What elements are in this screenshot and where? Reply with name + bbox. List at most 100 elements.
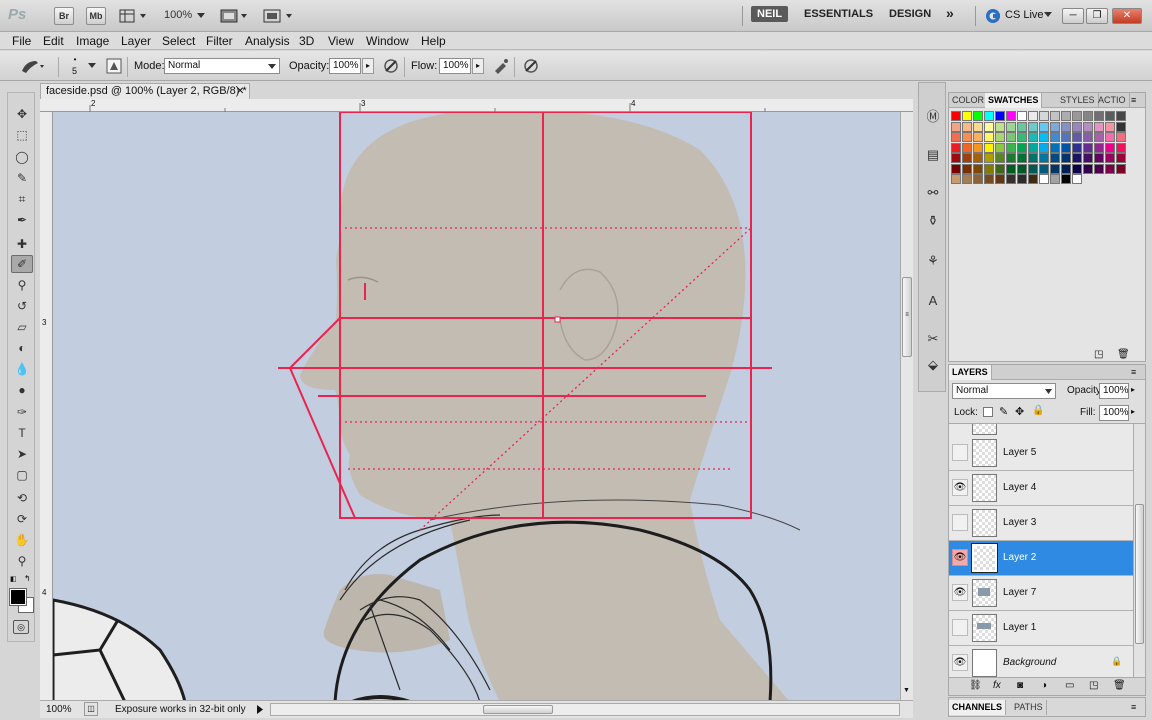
visibility-toggle[interactable] — [952, 619, 968, 636]
lock-all-icon[interactable]: 🔒 — [1032, 405, 1044, 416]
3d-panel-icon[interactable]: ⬙ — [923, 355, 943, 375]
chevron-down-icon[interactable] — [268, 64, 276, 70]
workspace-design[interactable]: DESIGN — [889, 8, 931, 20]
new-swatch-icon[interactable]: ◳ — [1094, 349, 1103, 360]
pressure-opacity-icon[interactable] — [382, 57, 400, 75]
swatch[interactable] — [951, 153, 961, 163]
hand-tool-icon[interactable]: ✋ — [11, 531, 33, 549]
menu-window[interactable]: Window — [366, 34, 409, 48]
swatch[interactable] — [984, 153, 994, 163]
fill-input[interactable]: 100% — [1099, 405, 1129, 421]
swatch[interactable] — [1061, 111, 1071, 121]
swatch[interactable] — [1050, 111, 1060, 121]
layer-row[interactable]: 👁 Background 🔒 — [949, 646, 1133, 677]
swatch[interactable] — [995, 163, 1005, 174]
horizontal-scroll-thumb[interactable] — [483, 705, 553, 714]
fill-slider-arrow-icon[interactable]: ▸ — [1131, 407, 1135, 416]
panel-menu-icon[interactable]: ≡ — [1131, 95, 1136, 105]
visibility-toggle[interactable] — [952, 444, 968, 461]
swatch[interactable] — [973, 153, 983, 163]
restore-button[interactable]: ❐ — [1086, 8, 1108, 24]
layer-row[interactable]: 👁 Layer 4 — [949, 471, 1133, 506]
swatch[interactable] — [995, 174, 1005, 184]
swatch[interactable] — [984, 163, 994, 174]
swatch[interactable] — [1028, 153, 1038, 163]
swatch[interactable] — [1039, 163, 1049, 174]
swatch[interactable] — [1072, 142, 1082, 153]
menu-analysis[interactable]: Analysis — [245, 34, 290, 48]
document-canvas[interactable] — [53, 112, 900, 702]
layer-mask-icon[interactable]: ◙ — [1017, 680, 1023, 691]
swatch[interactable] — [1105, 163, 1115, 174]
swatch[interactable] — [1017, 163, 1027, 174]
swatch[interactable] — [1072, 174, 1082, 184]
adjustment-layer-icon[interactable]: ◑ — [1041, 680, 1047, 691]
swatch[interactable] — [1083, 163, 1093, 174]
group-icon[interactable]: ▭ — [1065, 680, 1074, 691]
swatch[interactable] — [1039, 153, 1049, 163]
status-menu-arrow-icon[interactable] — [256, 705, 264, 714]
foreground-color[interactable] — [9, 588, 27, 606]
more-workspaces-icon[interactable]: » — [946, 5, 954, 21]
swatch[interactable] — [1028, 132, 1038, 142]
brush-preset-icon[interactable] — [18, 57, 46, 75]
chevron-down-icon[interactable] — [1044, 12, 1052, 18]
mini-bridge-button[interactable]: Mb — [86, 7, 106, 25]
pen-tool-icon[interactable]: ✑ — [11, 403, 33, 421]
swatch[interactable] — [973, 121, 983, 132]
vertical-scrollbar[interactable]: ≡ ▼ — [900, 112, 913, 702]
swatch[interactable] — [1039, 174, 1049, 184]
zoom-level[interactable]: 100% — [164, 9, 192, 21]
swatch[interactable] — [1017, 121, 1027, 132]
swatch[interactable] — [984, 142, 994, 153]
dodge-tool-icon[interactable]: ● — [11, 381, 33, 399]
menu-help[interactable]: Help — [421, 34, 446, 48]
swatch[interactable] — [1061, 153, 1071, 163]
swatch[interactable] — [1094, 142, 1104, 153]
swatch[interactable] — [1006, 132, 1016, 142]
layer-name[interactable]: Layer 7 — [1003, 587, 1036, 598]
new-layer-icon[interactable]: ◳ — [1089, 680, 1098, 691]
delete-layer-icon[interactable]: 🗑 — [1113, 680, 1126, 691]
layer-name[interactable]: Layer 4 — [1003, 482, 1036, 493]
close-button[interactable]: ✕ — [1112, 8, 1142, 24]
bridge-button[interactable]: Br — [54, 7, 74, 25]
menu-layer[interactable]: Layer — [121, 34, 151, 48]
swatch[interactable] — [1028, 163, 1038, 174]
swatch[interactable] — [1083, 121, 1093, 132]
blend-mode-select[interactable]: Normal — [952, 383, 1056, 399]
eyedropper-tool-icon[interactable]: ✒ — [11, 211, 33, 229]
move-tool-icon[interactable]: ✥ — [11, 105, 33, 123]
character-icon[interactable]: A — [923, 290, 943, 310]
layers-scroll-thumb[interactable] — [1135, 504, 1144, 644]
eye-icon[interactable]: 👁 — [952, 654, 968, 671]
menu-view[interactable]: View — [328, 34, 354, 48]
swatch[interactable] — [962, 174, 972, 184]
panel-menu-icon[interactable]: ≡ — [1131, 702, 1136, 712]
swatch[interactable] — [1072, 163, 1082, 174]
cs-live-icon[interactable] — [985, 8, 1001, 24]
chevron-down-icon[interactable] — [88, 63, 96, 69]
swatch[interactable] — [1105, 111, 1115, 121]
swatch[interactable] — [1105, 121, 1115, 132]
swatch[interactable] — [973, 142, 983, 153]
swatch[interactable] — [1050, 121, 1060, 132]
swatch[interactable] — [1039, 142, 1049, 153]
eye-icon[interactable]: 👁 — [952, 584, 968, 601]
swatch[interactable] — [951, 132, 961, 142]
close-tab-icon[interactable]: ✕ — [236, 84, 244, 99]
arrange-documents-icon[interactable] — [220, 8, 248, 24]
eye-icon[interactable]: 👁 — [952, 549, 968, 566]
tab-styles[interactable]: STYLES — [1057, 93, 1099, 108]
chevron-down-icon[interactable] — [1045, 389, 1052, 394]
swatch[interactable] — [1039, 121, 1049, 132]
swatch[interactable] — [1006, 163, 1016, 174]
tab-swatches[interactable]: SWATCHES — [985, 93, 1043, 108]
tab-color[interactable]: COLOR — [949, 93, 989, 108]
swatch[interactable] — [1061, 174, 1071, 184]
shape-tool-icon[interactable]: ▢ — [11, 466, 33, 484]
menu-image[interactable]: Image — [76, 34, 109, 48]
swatch[interactable] — [973, 163, 983, 174]
layer-row[interactable]: Layer 1 — [949, 611, 1133, 646]
swatch[interactable] — [962, 111, 972, 121]
